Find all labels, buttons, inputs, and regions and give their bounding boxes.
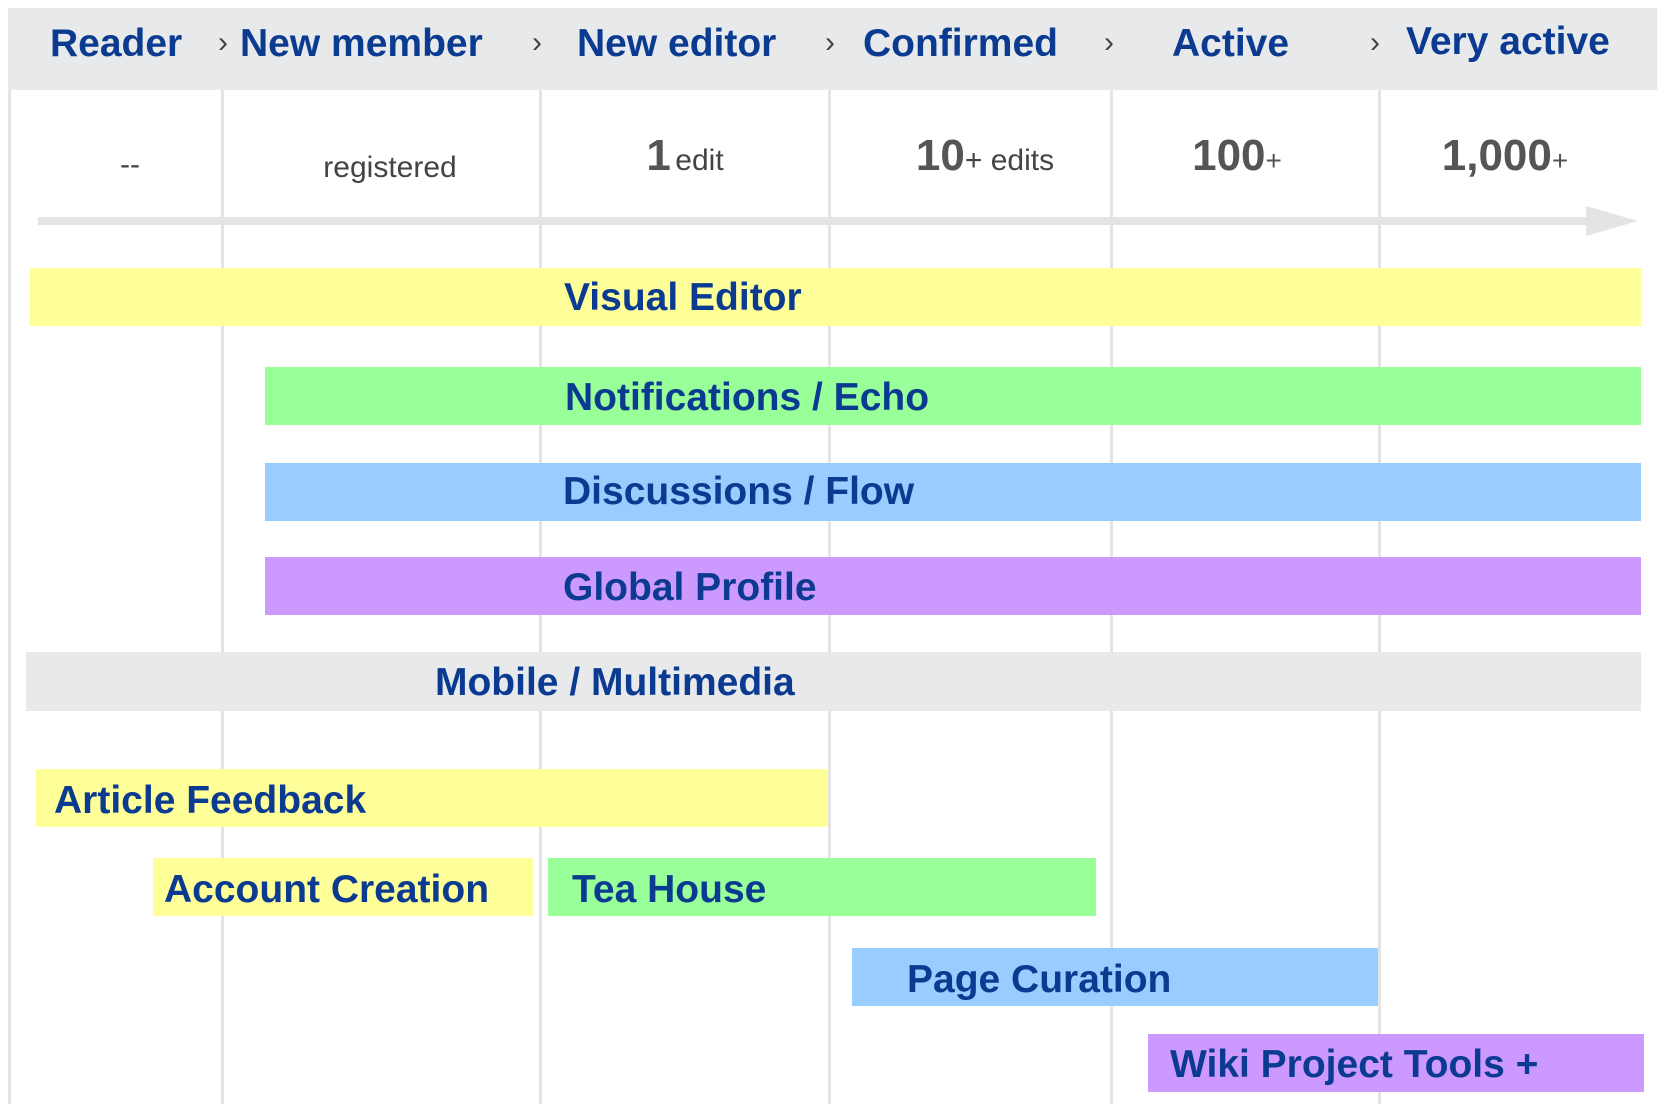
chevron-right-icon: ›	[532, 26, 542, 59]
threshold-active: 100+	[1192, 131, 1282, 180]
label-account-creation: Account Creation	[164, 868, 490, 911]
label-wiki-project-tools: Wiki Project Tools +	[1170, 1043, 1539, 1086]
stage-confirmed: Confirmed	[863, 22, 1058, 65]
chevron-right-icon: ›	[218, 26, 228, 59]
label-mobile-multimedia: Mobile / Multimedia	[435, 661, 795, 704]
threshold-new-member: registered	[323, 151, 457, 184]
editor-engagement-diagram: Reader › New member › New editor › Confi…	[0, 0, 1657, 1104]
chevron-right-icon: ›	[1370, 26, 1380, 59]
threshold-very-active: 1,000+	[1441, 131, 1569, 180]
label-visual-editor: Visual Editor	[564, 276, 802, 319]
label-discussions-flow: Discussions / Flow	[563, 470, 915, 513]
bar-visual-editor	[30, 268, 1641, 326]
progression-arrow-icon	[38, 206, 1638, 236]
bar-mobile-multimedia	[26, 652, 1641, 711]
label-article-feedback: Article Feedback	[54, 779, 367, 822]
bar-notifications-echo	[265, 367, 1641, 425]
label-notifications-echo: Notifications / Echo	[565, 376, 930, 419]
threshold-confirmed: 10+ edits	[915, 131, 1055, 180]
chevron-right-icon: ›	[1104, 26, 1114, 59]
stage-reader: Reader	[50, 22, 183, 65]
threshold-reader: --	[120, 148, 140, 181]
threshold-new-editor: 1 edit	[646, 131, 724, 180]
stage-new-member: New member	[240, 22, 483, 65]
label-page-curation: Page Curation	[907, 958, 1172, 1001]
stage-very-active: Very active	[1406, 20, 1610, 63]
chevron-right-icon: ›	[825, 26, 835, 59]
label-tea-house: Tea House	[572, 868, 767, 911]
stage-new-editor: New editor	[577, 22, 777, 65]
bar-global-profile	[265, 557, 1641, 615]
column-divider	[8, 90, 11, 1104]
bar-discussions-flow	[265, 463, 1641, 521]
stage-active: Active	[1172, 22, 1290, 65]
column-divider	[221, 90, 224, 1104]
label-global-profile: Global Profile	[563, 566, 817, 609]
